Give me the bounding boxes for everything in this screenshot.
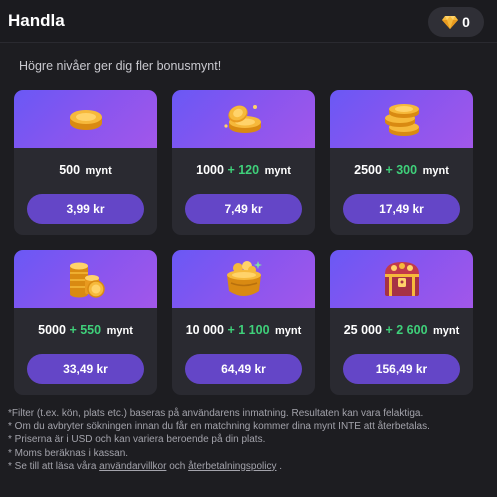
coin-stack-icon xyxy=(384,104,419,136)
coin-pile-icon xyxy=(69,262,105,298)
coin-amount: 10 000 + 1 100 mynt xyxy=(185,323,302,337)
coin-pot-icon xyxy=(226,261,262,296)
coin-package-card[interactable]: 25 000 + 2 600 mynt 156,49 kr xyxy=(330,250,473,395)
coin-amount: 500 mynt xyxy=(59,163,112,177)
coin-package-card[interactable]: 10 000 + 1 100 mynt 64,49 kr xyxy=(172,250,315,395)
package-banner xyxy=(330,250,473,308)
coin-amount: 5000 + 550 mynt xyxy=(38,323,133,337)
terms-link[interactable]: användarvillkor xyxy=(99,461,166,472)
header-bar: Handla 0 xyxy=(0,0,497,43)
package-banner xyxy=(330,90,473,148)
gem-balance-button[interactable]: 0 xyxy=(428,7,484,37)
coin-package-card[interactable]: 1000 + 120 mynt 7,49 kr xyxy=(172,90,315,235)
footnote-cancel: * Om du avbryter sökningen innan du får … xyxy=(8,421,430,433)
buy-button[interactable]: 17,49 kr xyxy=(343,194,460,224)
buy-button[interactable]: 156,49 kr xyxy=(343,354,460,384)
footnotes: *Filter (t.ex. kön, plats etc.) baseras … xyxy=(8,407,493,473)
diamond-icon xyxy=(442,16,459,29)
footnote-filter: *Filter (t.ex. kön, plats etc.) baseras … xyxy=(8,408,424,419)
gem-count: 0 xyxy=(462,14,470,30)
footnote-terms: * Se till att läsa våra användarvillkor … xyxy=(8,460,283,472)
page-title: Handla xyxy=(8,11,65,30)
footnote-vat: * Moms beräknas i kassan. xyxy=(8,447,129,459)
footnote-currency: * Priserna är i USD och kan variera bero… xyxy=(8,434,266,446)
coin-pair-icon xyxy=(223,105,261,133)
refund-policy-link[interactable]: återbetalningspolicy xyxy=(188,461,276,472)
bonus-info-text: Högre nivåer ger dig fler bonusmynt! xyxy=(19,59,222,73)
coin-package-card[interactable]: 2500 + 300 mynt 17,49 kr xyxy=(330,90,473,235)
single-coin-icon xyxy=(69,110,102,130)
package-grid: 500 mynt 3,99 kr 1000 + 120 mynt 7,49 kr… xyxy=(14,90,482,395)
coin-package-card[interactable]: 500 mynt 3,99 kr xyxy=(14,90,157,235)
coin-amount: 2500 + 300 mynt xyxy=(354,163,449,177)
treasure-chest-icon xyxy=(384,262,419,296)
coin-amount: 1000 + 120 mynt xyxy=(196,163,291,177)
package-banner xyxy=(14,90,157,148)
coin-package-card[interactable]: 5000 + 550 mynt 33,49 kr xyxy=(14,250,157,395)
buy-button[interactable]: 3,99 kr xyxy=(27,194,144,224)
buy-button[interactable]: 7,49 kr xyxy=(185,194,302,224)
buy-button[interactable]: 33,49 kr xyxy=(27,354,144,384)
package-banner xyxy=(172,90,315,148)
package-banner xyxy=(172,250,315,308)
coin-amount: 25 000 + 2 600 mynt xyxy=(343,323,460,337)
buy-button[interactable]: 64,49 kr xyxy=(185,354,302,384)
package-banner xyxy=(14,250,157,308)
